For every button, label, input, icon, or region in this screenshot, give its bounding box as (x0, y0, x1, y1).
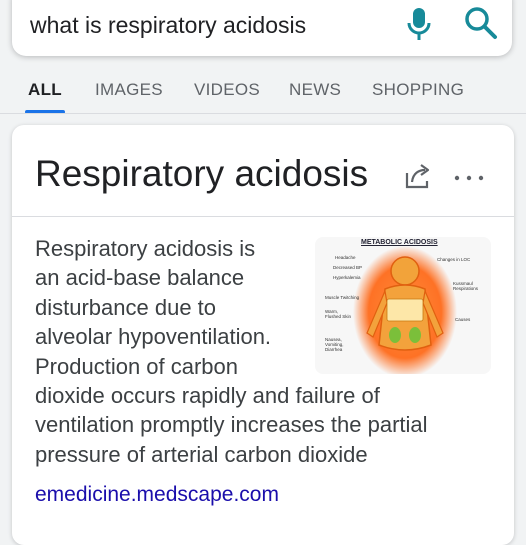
tab-shopping[interactable]: SHOPPING (372, 80, 464, 100)
thumb-label: Kussmaul Respirations (453, 281, 479, 291)
search-tabs: ALL IMAGES VIDEOS NEWS SHOPPING (0, 66, 526, 114)
thumb-label: Headache (335, 255, 356, 260)
thumb-label: Causes (455, 317, 471, 322)
snippet-line: pressure of arterial carbon dioxide (35, 441, 368, 467)
share-icon[interactable] (403, 161, 433, 191)
search-icon[interactable] (464, 6, 498, 40)
tabs-divider (0, 113, 526, 114)
snippet-line: dioxide occurs rapidly and failure of (35, 383, 380, 409)
thumb-label: Changes in LOC (437, 257, 471, 262)
search-bar[interactable]: what is respiratory acidosis (12, 0, 512, 56)
thumb-label: Hyperkalemia (333, 275, 361, 280)
thumb-label: Warm, Flushed Skin (325, 309, 352, 319)
source-link[interactable]: emedicine.medscape.com (35, 483, 279, 507)
thumb-label: Decreased BP (333, 265, 363, 270)
card-divider (12, 216, 514, 217)
more-horizontal-icon[interactable] (454, 175, 484, 181)
knowledge-card: Respiratory acidosis Respiratory acidosi… (12, 125, 514, 545)
search-input[interactable]: what is respiratory acidosis (30, 12, 306, 39)
tab-videos[interactable]: VIDEOS (194, 80, 260, 100)
tab-images[interactable]: IMAGES (95, 80, 163, 100)
tab-all[interactable]: ALL (28, 80, 62, 100)
card-title: Respiratory acidosis (35, 153, 369, 194)
microphone-icon[interactable] (404, 6, 434, 42)
tab-news[interactable]: NEWS (289, 80, 341, 100)
thumb-label: Muscle Twitching (325, 295, 360, 300)
result-thumbnail[interactable]: METABOLIC ACIDOSIS Headache Decreased BP… (315, 237, 491, 374)
snippet-line: ventilation promptly increases the parti… (35, 412, 428, 438)
thumb-label: Nausea, Vomiting, Diarrhea (325, 337, 344, 352)
